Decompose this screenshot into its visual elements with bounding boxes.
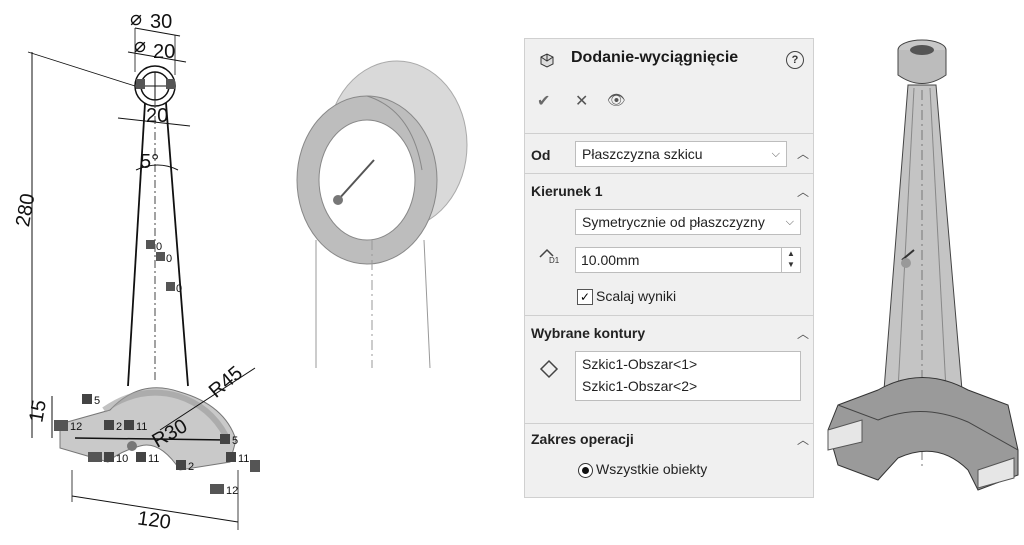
property-manager: Dodanie-wyciągnięcie ? ✔ ✕ 👁 Od Płaszczy… — [524, 38, 814, 498]
from-select[interactable]: Płaszczyzna szkicu ⌵ — [575, 141, 787, 167]
preview-eye-button[interactable]: 👁 — [607, 91, 626, 109]
extrude-feature-icon — [540, 53, 554, 68]
model-3d-view — [827, 39, 1019, 491]
svg-text:0: 0 — [166, 253, 172, 265]
sketch-drawing: ⌀ 30 ⌀ 20 20 5° 0 0 0 280 15 R45 R30 5 1… — [12, 8, 260, 534]
cancel-button[interactable]: ✕ — [575, 91, 588, 111]
collapse-chevron-icon[interactable]: ︿ — [797, 325, 809, 342]
collapse-chevron-icon[interactable]: ︿ — [797, 183, 809, 200]
list-item[interactable]: Szkic1-Obszar<1> — [582, 356, 697, 372]
contours-list[interactable]: Szkic1-Obszar<1> Szkic1-Obszar<2> — [575, 351, 801, 401]
preview-ring — [296, 60, 468, 369]
dim-height-15: 15 — [25, 398, 51, 424]
depth-input[interactable]: 10.00mm ▲ ▼ — [575, 247, 801, 273]
diamond-icon — [539, 359, 559, 379]
panel-title: Dodanie-wyciągnięcie — [571, 49, 739, 66]
svg-text:⌀: ⌀ — [130, 8, 142, 30]
dim-width-20: 20 — [146, 105, 168, 127]
chevron-down-icon: ⌵ — [771, 148, 780, 160]
dim-angle: 5° — [140, 151, 159, 173]
svg-text:10: 10 — [116, 453, 128, 465]
svg-text:0: 0 — [156, 241, 162, 253]
scope-label: Zakres operacji — [531, 431, 634, 447]
merge-checkbox[interactable]: ✓ — [577, 289, 593, 305]
end-condition-select[interactable]: Symetrycznie od płaszczyzny ⌵ — [575, 209, 801, 235]
dim-height-280: 280 — [12, 192, 39, 229]
svg-text:⌀: ⌀ — [134, 35, 146, 57]
divider — [525, 133, 813, 134]
svg-text:0: 0 — [176, 283, 182, 295]
collapse-chevron-icon[interactable]: ︿ — [797, 431, 809, 448]
help-icon[interactable]: ? — [786, 51, 804, 69]
direction1-label: Kierunek 1 — [531, 183, 603, 199]
svg-text:11: 11 — [148, 453, 159, 465]
svg-text:D1: D1 — [549, 256, 559, 265]
scope-option-label: Wszystkie obiekty — [596, 461, 708, 477]
svg-text:11: 11 — [238, 453, 249, 465]
dim-width-120: 120 — [136, 507, 172, 533]
svg-text:11: 11 — [136, 421, 147, 433]
dim-diameter-20: 20 — [153, 41, 175, 63]
svg-text:12: 12 — [226, 485, 238, 497]
depth-icon: D1 — [539, 248, 559, 265]
panel-header: Dodanie-wyciągnięcie ? ✔ ✕ 👁 — [525, 39, 813, 110]
svg-text:2: 2 — [188, 461, 194, 473]
from-label: Od — [531, 147, 551, 163]
scope-radio[interactable] — [578, 463, 593, 478]
contours-label: Wybrane kontury — [531, 325, 646, 341]
chevron-down-icon: ⌵ — [785, 216, 794, 228]
ok-button[interactable]: ✔ — [537, 91, 550, 111]
collapse-chevron-icon[interactable]: ︿ — [797, 145, 809, 162]
dim-diameter-30: 30 — [150, 11, 172, 33]
svg-text:5: 5 — [232, 435, 238, 447]
svg-text:12: 12 — [70, 421, 82, 433]
svg-text:2: 2 — [116, 421, 122, 433]
list-item[interactable]: Szkic1-Obszar<2> — [582, 378, 697, 394]
svg-text:5: 5 — [94, 395, 100, 407]
depth-spinner[interactable]: ▲ ▼ — [781, 248, 800, 272]
merge-label: Scalaj wyniki — [596, 288, 677, 304]
